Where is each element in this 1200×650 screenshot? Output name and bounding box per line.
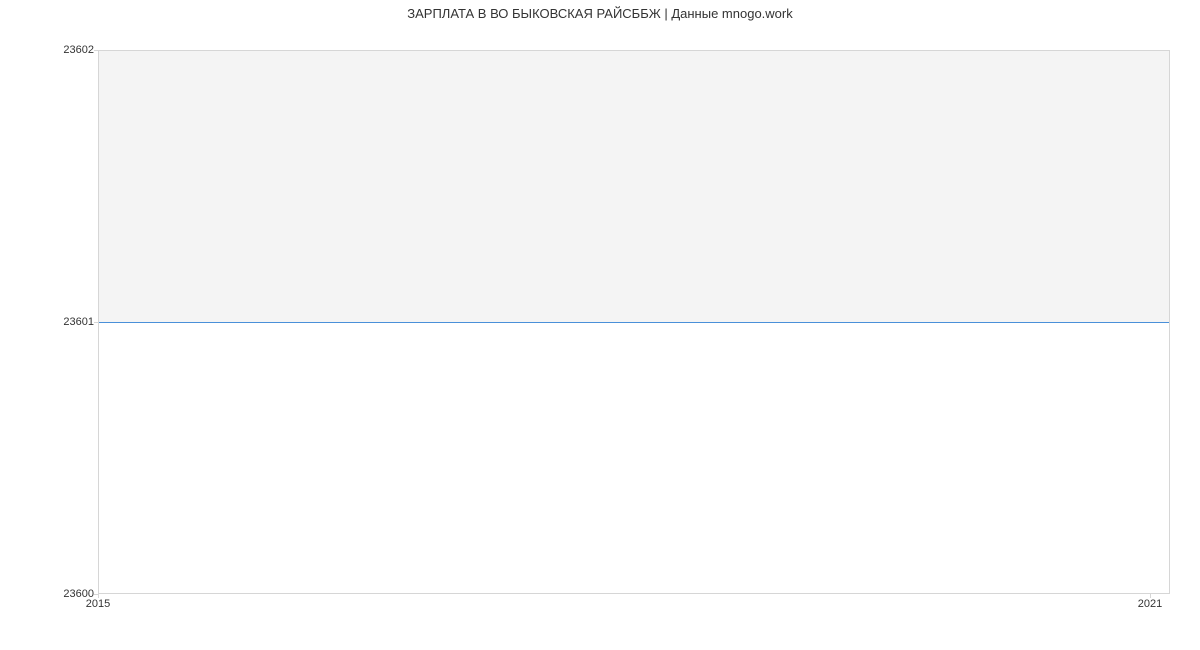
x-tick-mark [98, 594, 99, 598]
data-line [99, 322, 1169, 323]
y-tick-mark [94, 322, 98, 323]
y-tick-label: 23601 [4, 316, 94, 328]
chart-title: ЗАРПЛАТА В ВО БЫКОВСКАЯ РАЙСББЖ | Данные… [0, 6, 1200, 21]
area-fill [99, 51, 1169, 322]
plot-area [98, 50, 1170, 594]
y-tick-label: 23602 [4, 44, 94, 56]
x-tick-label: 2021 [1138, 598, 1162, 610]
x-tick-mark [1150, 594, 1151, 598]
x-tick-label: 2015 [86, 598, 110, 610]
y-tick-label: 23600 [4, 588, 94, 600]
y-tick-mark [94, 50, 98, 51]
